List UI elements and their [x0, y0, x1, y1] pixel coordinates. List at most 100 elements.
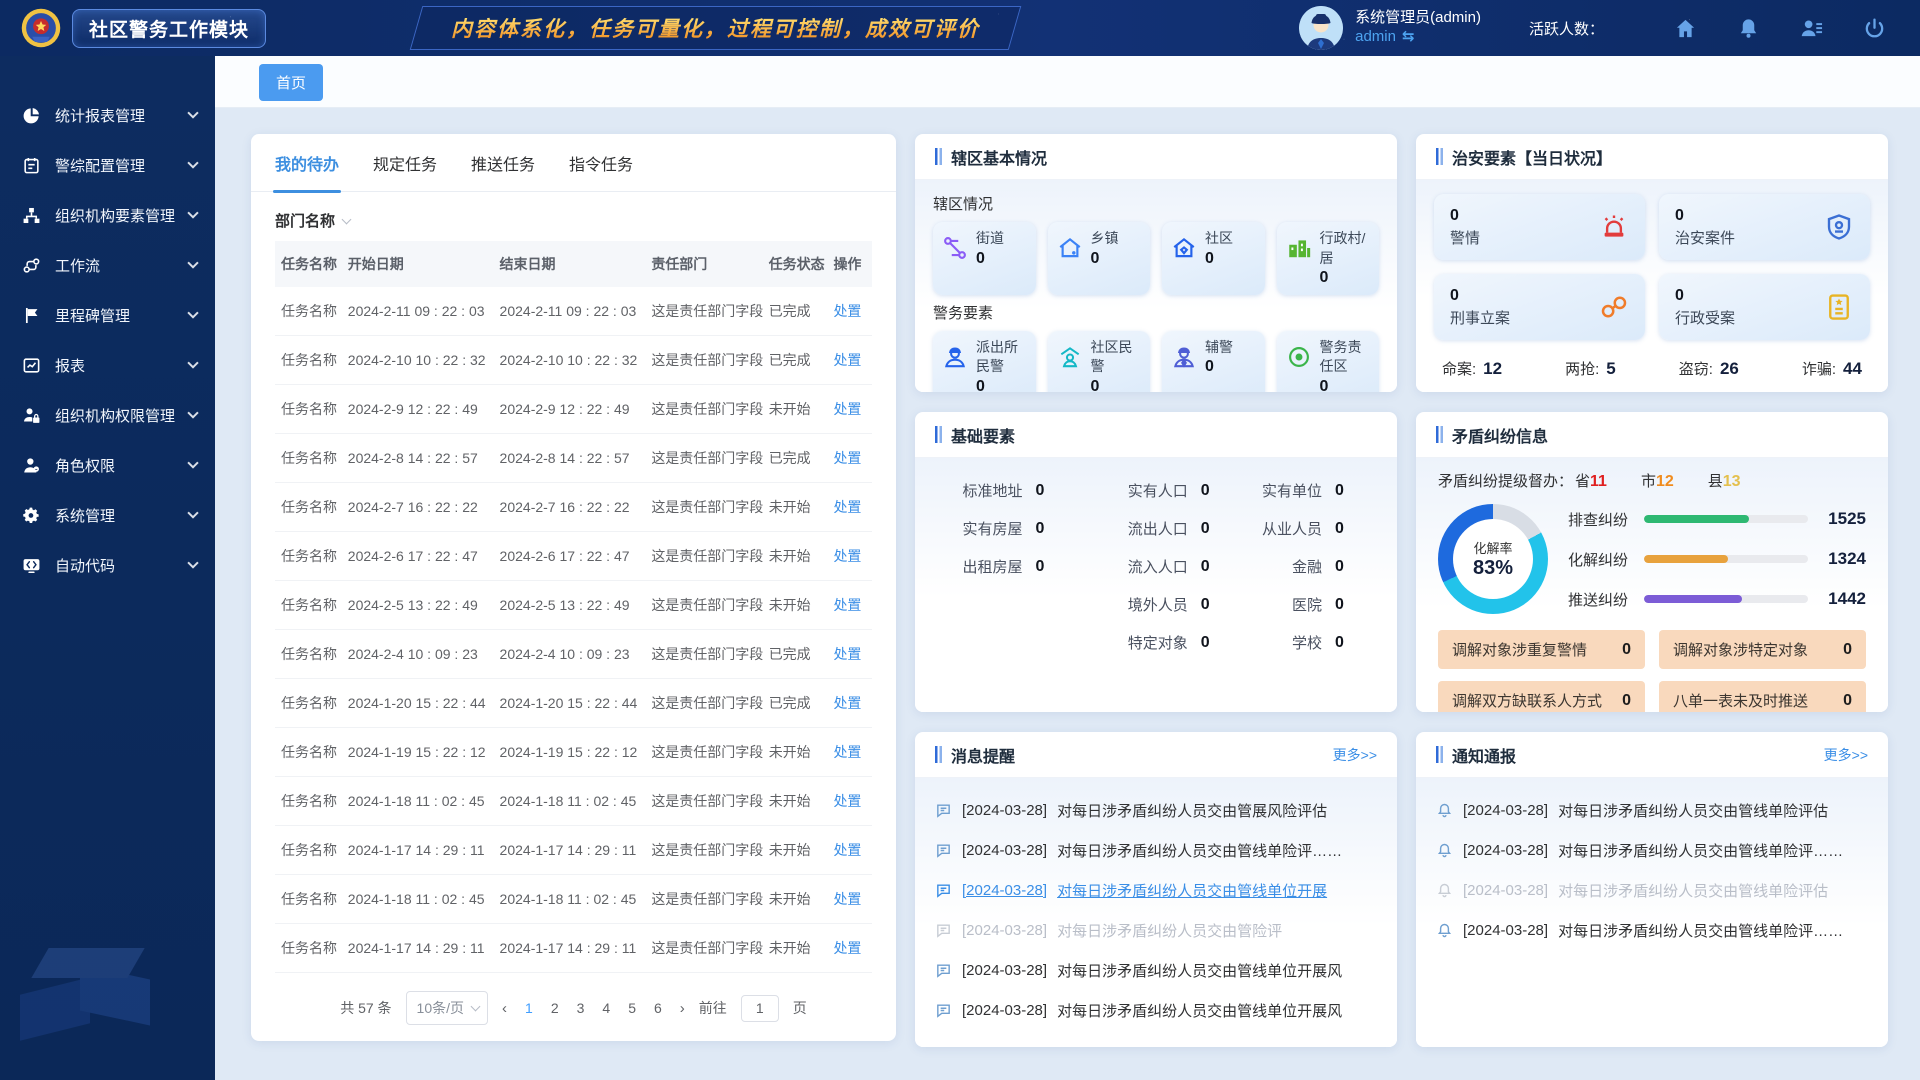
handle-link[interactable]: 处置: [833, 401, 861, 417]
stat-card[interactable]: 社区 0: [1162, 222, 1265, 295]
power-icon[interactable]: [1863, 17, 1886, 40]
stat-value: 0: [1091, 378, 1100, 392]
sidebar-item-2[interactable]: 组织机构要素管理: [0, 190, 215, 240]
dispute-button[interactable]: 八单一表未及时推送0: [1659, 681, 1866, 712]
dispute-button[interactable]: 调解双方缺联系人方式0: [1438, 681, 1645, 712]
security-card[interactable]: 0 刑事立案: [1434, 274, 1645, 340]
handle-link[interactable]: 处置: [833, 940, 861, 956]
security-card[interactable]: 0 治安案件: [1659, 194, 1870, 260]
page-1[interactable]: 1: [525, 1000, 533, 1016]
stat-card[interactable]: 派出所民警 0: [933, 331, 1036, 392]
handle-link[interactable]: 处置: [833, 548, 861, 564]
page-2[interactable]: 2: [551, 1000, 559, 1016]
list-item[interactable]: [2024-03-28] 对每日涉矛盾纠纷人员交由管线单位开展风: [935, 950, 1377, 990]
stat-card[interactable]: 警务责任区 0: [1277, 331, 1380, 392]
handle-link[interactable]: 处置: [833, 499, 861, 515]
list-item[interactable]: [2024-03-28] 对每日涉矛盾纠纷人员交由管线单险评……: [1436, 830, 1868, 870]
security-card[interactable]: 0 行政受案: [1659, 274, 1870, 340]
list-item[interactable]: [2024-03-28] 对每日涉矛盾纠纷人员交由管线单险评……: [1436, 910, 1868, 950]
sidebar-item-0[interactable]: 统计报表管理: [0, 90, 215, 140]
tab-0[interactable]: 我的待办: [275, 151, 339, 175]
list-item[interactable]: [2024-03-28] 对每日涉矛盾纠纷人员交由管线单险评估: [1436, 790, 1868, 830]
supervise-item: 省11: [1575, 470, 1607, 491]
sidebar-item-9[interactable]: 自动代码: [0, 540, 215, 590]
comment-icon: [935, 922, 952, 939]
page-4[interactable]: 4: [602, 1000, 610, 1016]
dispute-button[interactable]: 调解对象涉重复警情0: [1438, 630, 1645, 669]
handle-link[interactable]: 处置: [833, 597, 861, 613]
list-item[interactable]: [2024-03-28] 对每日涉矛盾纠纷人员交由管展风险评估: [935, 790, 1377, 830]
tab-home[interactable]: 首页: [259, 64, 323, 101]
switch-user-icon[interactable]: ⇆: [1402, 28, 1415, 47]
tab-3[interactable]: 指令任务: [569, 151, 633, 175]
flag-icon: [22, 306, 41, 325]
handle-link[interactable]: 处置: [833, 303, 861, 319]
avatar[interactable]: [1299, 6, 1343, 50]
sidebar-item-7[interactable]: 角色权限: [0, 440, 215, 490]
messages-more-link[interactable]: 更多>>: [1333, 745, 1377, 765]
next-page-button[interactable]: ›: [680, 1000, 685, 1017]
comment-icon: [935, 962, 952, 979]
goto-page-input[interactable]: [741, 995, 779, 1022]
prev-page-button[interactable]: ‹: [502, 1000, 507, 1017]
stat-card[interactable]: 街道 0: [933, 222, 1036, 295]
end-date: 2024-1-17 14 : 29 : 11: [494, 924, 646, 973]
panel-title: 辖区基本情况: [935, 145, 1047, 169]
list-item[interactable]: [2024-03-28] 对每日涉矛盾纠纷人员交由管线单险评估: [1436, 870, 1868, 910]
stat-card[interactable]: 行政村/居 0: [1277, 222, 1380, 295]
handle-link[interactable]: 处置: [833, 842, 861, 858]
users-icon[interactable]: [1800, 17, 1823, 40]
username[interactable]: admin ⇆: [1355, 28, 1481, 47]
bar-track: [1644, 515, 1808, 523]
handle-link[interactable]: 处置: [833, 891, 861, 907]
notices-more-link[interactable]: 更多>>: [1824, 745, 1868, 765]
task-name: 任务名称: [275, 336, 342, 385]
bell-icon[interactable]: [1737, 17, 1760, 40]
tab-2[interactable]: 推送任务: [471, 151, 535, 175]
chevron-down-icon: [471, 1002, 481, 1012]
handle-link[interactable]: 处置: [833, 695, 861, 711]
home-icon[interactable]: [1674, 17, 1697, 40]
total-count: 共 57 条: [340, 998, 391, 1018]
donut-value: 83%: [1473, 557, 1513, 580]
page-5[interactable]: 5: [628, 1000, 636, 1016]
stat-value: 0: [976, 378, 985, 392]
sidebar-item-4[interactable]: 里程碑管理: [0, 290, 215, 340]
task-table: 任务名称开始日期结束日期责任部门任务状态操作 任务名称 2024-2-11 09…: [275, 241, 872, 973]
stat-card[interactable]: 社区民警 0: [1048, 331, 1151, 392]
chevron-down-icon: [187, 457, 198, 468]
sidebar-item-5[interactable]: 报表: [0, 340, 215, 390]
list-item[interactable]: [2024-03-28] 对每日涉矛盾纠纷人员交由管险评: [935, 910, 1377, 950]
tab-1[interactable]: 规定任务: [373, 151, 437, 175]
dispute-button[interactable]: 调解对象涉特定对象0: [1659, 630, 1866, 669]
sidebar-item-3[interactable]: 工作流: [0, 240, 215, 290]
button-label: 调解对象涉特定对象: [1673, 639, 1808, 660]
department-filter[interactable]: 部门名称: [251, 192, 896, 241]
list-item[interactable]: [2024-03-28] 对每日涉矛盾纠纷人员交由管线单位开展风: [935, 990, 1377, 1030]
stat-card[interactable]: 乡镇 0: [1048, 222, 1151, 295]
handle-link[interactable]: 处置: [833, 352, 861, 368]
kv-label: 流出人口: [1081, 518, 1187, 539]
end-date: 2024-2-8 14 : 22 : 57: [494, 434, 646, 483]
list-item[interactable]: [2024-03-28] 对每日涉矛盾纠纷人员交由管线单位开展: [935, 870, 1377, 910]
list-item[interactable]: [2024-03-28] 对每日涉矛盾纠纷人员交由管线单险评……: [935, 830, 1377, 870]
sidebar-item-8[interactable]: 系统管理: [0, 490, 215, 540]
brand: 社区警务工作模块: [0, 7, 266, 49]
kv-label: 境外人员: [1081, 594, 1187, 615]
stat-card[interactable]: 辅警 0: [1162, 331, 1265, 392]
kv-item: 金融 0: [1247, 556, 1371, 577]
table-row: 任务名称 2024-2-6 17 : 22 : 47 2024-2-6 17 :…: [275, 532, 872, 581]
sidebar-item-1[interactable]: 警综配置管理: [0, 140, 215, 190]
table-row: 任务名称 2024-1-20 15 : 22 : 44 2024-1-20 15…: [275, 679, 872, 728]
page-size-select[interactable]: 10条/页: [406, 991, 488, 1025]
sidebar-item-6[interactable]: 组织机构权限管理: [0, 390, 215, 440]
handle-link[interactable]: 处置: [833, 793, 861, 809]
item-date: [2024-03-28]: [962, 842, 1047, 859]
page-6[interactable]: 6: [654, 1000, 662, 1016]
handle-link[interactable]: 处置: [833, 646, 861, 662]
security-card[interactable]: 0 警情: [1434, 194, 1645, 260]
handle-link[interactable]: 处置: [833, 744, 861, 760]
handle-link[interactable]: 处置: [833, 450, 861, 466]
page-3[interactable]: 3: [577, 1000, 585, 1016]
table-body: 任务名称 2024-2-11 09 : 22 : 03 2024-2-11 09…: [275, 287, 872, 973]
